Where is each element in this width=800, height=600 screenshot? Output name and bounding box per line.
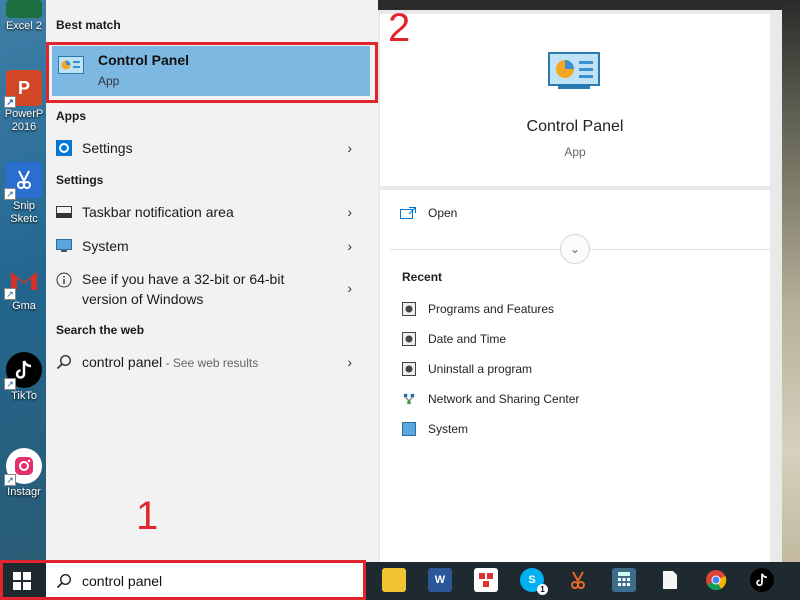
open-icon [400, 207, 416, 219]
recent-label: Uninstall a program [428, 362, 533, 376]
skype-icon[interactable]: S1 [520, 568, 548, 595]
apps-header: Apps [56, 109, 86, 123]
web-search-term: control panel [82, 353, 163, 370]
open-action[interactable]: Open [400, 206, 457, 220]
monitor-icon [56, 238, 72, 254]
app-detail-title: Control Panel [526, 118, 624, 135]
recent-header: Recent [402, 270, 443, 284]
programs-icon [402, 302, 416, 316]
recent-label: Date and Time [428, 332, 507, 346]
result-32-or-64-bit[interactable]: See if you have a 32-bit or 64-bit versi… [46, 268, 378, 308]
recent-item-date-and-time[interactable]: Date and Time [402, 332, 506, 346]
info-icon [56, 272, 72, 288]
chevron-right-icon[interactable]: › [347, 354, 352, 370]
app-detail-card [380, 14, 770, 186]
recent-item-network-and-sharing-center[interactable]: Network and Sharing Center [402, 392, 579, 406]
result-label: Taskbar notification area [82, 204, 234, 220]
search-icon [56, 354, 72, 370]
snip-icon[interactable] [474, 568, 498, 592]
result-label-line1: See if you have a 32-bit or 64-bit [82, 271, 285, 287]
chevron-right-icon[interactable]: › [347, 280, 352, 296]
best-match-header: Best match [56, 18, 121, 32]
recent-label: Network and Sharing Center [428, 392, 580, 406]
result-system[interactable]: System › [46, 236, 378, 256]
detail-pane-top-bar [378, 0, 782, 10]
start-menu: Best match Control Panel App Apps Settin… [0, 0, 782, 562]
app-detail-type: App [564, 145, 586, 159]
clock-icon [402, 332, 416, 346]
result-web-search[interactable]: control panel - See web results › [46, 352, 378, 372]
chevron-right-icon[interactable]: › [347, 238, 352, 254]
web-search-suffix: - See web results [162, 355, 259, 370]
calculator-icon[interactable] [612, 568, 636, 592]
control-panel-large-icon [548, 52, 600, 89]
file-icon[interactable] [658, 568, 682, 592]
annotation-step-2: 2 [388, 6, 411, 50]
monitor-icon [402, 422, 416, 436]
annotation-step-1: 1 [136, 494, 159, 538]
file-explorer-icon[interactable] [382, 568, 406, 592]
result-taskbar-notification-area[interactable]: Taskbar notification area › [46, 202, 378, 222]
network-icon [402, 392, 416, 406]
result-label-line2: version of Windows [82, 291, 204, 307]
chevron-right-icon[interactable]: › [347, 204, 352, 220]
recent-item-programs-and-features[interactable]: Programs and Features [402, 302, 554, 316]
chevron-down-icon: ⌄ [569, 242, 581, 256]
annotation-highlight-search [0, 560, 366, 600]
chevron-right-icon[interactable]: › [347, 140, 352, 156]
uninstall-icon [402, 362, 416, 376]
recent-item-system[interactable]: System [402, 422, 468, 436]
skype-badge: 1 [537, 584, 548, 595]
result-label: Settings [82, 140, 133, 156]
expand-button[interactable]: ⌄ [560, 234, 590, 264]
recent-label: System [428, 422, 469, 436]
tiktok-icon[interactable] [750, 568, 774, 592]
desktop-wallpaper-edge [782, 0, 800, 562]
snip-sketch-icon[interactable] [566, 568, 590, 592]
annotation-highlight-best-match [46, 42, 378, 103]
settings-header: Settings [56, 173, 104, 187]
web-search-query: control panel - See web results [82, 353, 258, 372]
recent-item-uninstall-a-program[interactable]: Uninstall a program [402, 362, 532, 376]
chrome-icon[interactable] [704, 568, 728, 592]
word-icon[interactable]: W [428, 568, 452, 592]
search-web-header: Search the web [56, 323, 145, 337]
result-label: System [82, 238, 129, 254]
taskbar-icon [56, 204, 72, 220]
open-label: Open [428, 206, 458, 220]
recent-label: Programs and Features [428, 302, 555, 316]
result-settings-app[interactable]: Settings › [46, 138, 378, 158]
settings-gear-icon [56, 140, 72, 156]
